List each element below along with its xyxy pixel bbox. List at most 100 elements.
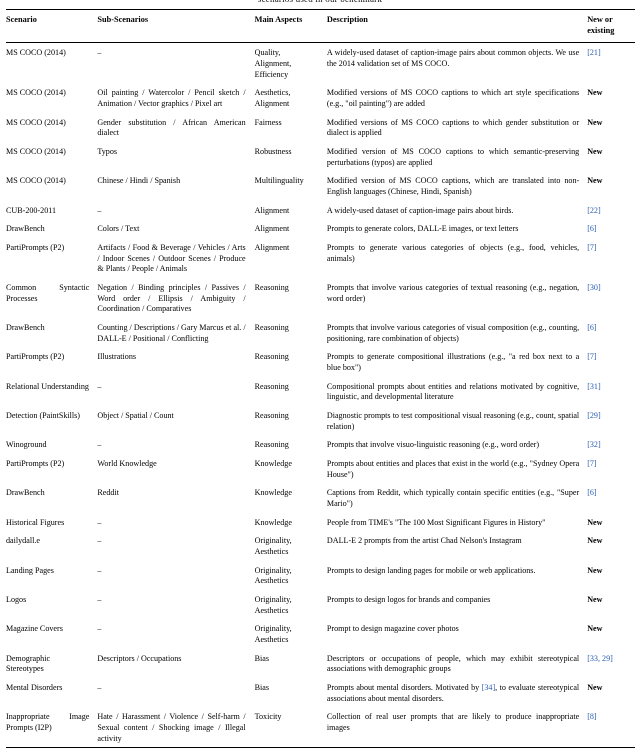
cell-description: Diagnostic prompts to test compositional… — [327, 406, 587, 435]
cell-scenario: Landing Pages — [6, 561, 97, 590]
new-badge: New — [587, 83, 635, 112]
table-row: Common Syntactic ProcessesNegation / Bin… — [6, 278, 635, 318]
cell-description: Captions from Reddit, which typically co… — [327, 483, 587, 512]
cell-main-aspects: Originality, Aesthetics — [255, 619, 327, 648]
citation-link[interactable]: [21] — [587, 43, 635, 83]
cell-scenario: PartiPrompts (P2) — [6, 347, 97, 376]
cell-scenario: MS COCO (2014) — [6, 83, 97, 112]
cell-scenario: MS COCO (2014) — [6, 113, 97, 142]
cell-main-aspects: Originality, Aesthetics — [255, 561, 327, 590]
cell-sub-scenarios: – — [97, 435, 254, 454]
cell-description: A widely-used dataset of caption-image p… — [327, 201, 587, 220]
table-row: Magazine Covers–Originality, AestheticsP… — [6, 619, 635, 648]
cell-main-aspects: Reasoning — [255, 278, 327, 318]
cell-main-aspects: Originality, Aesthetics — [255, 590, 327, 619]
citation-link[interactable]: [7] — [587, 454, 635, 483]
cell-main-aspects: Robustness — [255, 142, 327, 171]
citation-link[interactable]: [8] — [587, 707, 635, 748]
col-header-sub-scenarios: Sub-Scenarios — [97, 10, 254, 43]
cell-sub-scenarios: Object / Spatial / Count — [97, 406, 254, 435]
cell-scenario: MS COCO (2014) — [6, 171, 97, 200]
citation-link[interactable]: [22] — [587, 201, 635, 220]
cell-main-aspects: Bias — [255, 649, 327, 678]
cell-sub-scenarios: Negation / Binding principles / Passives… — [97, 278, 254, 318]
cell-main-aspects: Aesthetics, Alignment — [255, 83, 327, 112]
cell-sub-scenarios: Gender substitution / African American d… — [97, 113, 254, 142]
table-row: PartiPrompts (P2)World KnowledgeKnowledg… — [6, 454, 635, 483]
cell-main-aspects: Quality, Alignment, Efficiency — [255, 43, 327, 83]
cell-main-aspects: Reasoning — [255, 347, 327, 376]
citation-link[interactable]: [33, 29] — [587, 649, 635, 678]
caption-partial: scenarios used in our benchmark — [0, 0, 640, 9]
citation-link[interactable]: [6] — [587, 318, 635, 347]
cell-scenario: Winoground — [6, 435, 97, 454]
cell-main-aspects: Reasoning — [255, 435, 327, 454]
cell-main-aspects: Multilinguality — [255, 171, 327, 200]
cell-description: Modified versions of MS COCO captions to… — [327, 113, 587, 142]
cell-sub-scenarios: – — [97, 561, 254, 590]
inline-citation-link[interactable]: [34] — [482, 683, 495, 692]
cell-scenario: MS COCO (2014) — [6, 142, 97, 171]
table-row: DrawBenchColors / TextAlignmentPrompts t… — [6, 219, 635, 238]
cell-sub-scenarios: Descriptors / Occupations — [97, 649, 254, 678]
cell-scenario: Demographic Stereotypes — [6, 649, 97, 678]
table-row: Relational Understanding–ReasoningCompos… — [6, 377, 635, 406]
table-row: Historical Figures–KnowledgePeople from … — [6, 513, 635, 532]
table-row: Inappropriate Image Prompts (I2P)Hate / … — [6, 707, 635, 748]
new-badge: New — [587, 590, 635, 619]
cell-scenario: DrawBench — [6, 219, 97, 238]
cell-scenario: DrawBench — [6, 318, 97, 347]
citation-link[interactable]: [29] — [587, 406, 635, 435]
cell-sub-scenarios: Colors / Text — [97, 219, 254, 238]
col-header-main-aspects: Main Aspects — [255, 10, 327, 43]
citation-link[interactable]: [7] — [587, 347, 635, 376]
new-badge: New — [587, 113, 635, 142]
cell-scenario: Inappropriate Image Prompts (I2P) — [6, 707, 97, 748]
cell-main-aspects: Alignment — [255, 201, 327, 220]
citation-link[interactable]: [7] — [587, 238, 635, 278]
citation-link[interactable]: [30] — [587, 278, 635, 318]
table-row: MS COCO (2014)–Quality, Alignment, Effic… — [6, 43, 635, 83]
cell-main-aspects: Toxicity — [255, 707, 327, 748]
cell-description: Compositional prompts about entities and… — [327, 377, 587, 406]
table-row: Landing Pages–Originality, AestheticsPro… — [6, 561, 635, 590]
cell-scenario: Common Syntactic Processes — [6, 278, 97, 318]
cell-sub-scenarios: – — [97, 678, 254, 707]
citation-link[interactable]: [6] — [587, 483, 635, 512]
new-badge: New — [587, 142, 635, 171]
cell-description: Prompts to generate compositional illust… — [327, 347, 587, 376]
cell-main-aspects: Alignment — [255, 219, 327, 238]
cell-scenario: MS COCO (2014) — [6, 43, 97, 83]
cell-sub-scenarios: – — [97, 43, 254, 83]
table-row: DrawBenchRedditKnowledgeCaptions from Re… — [6, 483, 635, 512]
table-row: MS COCO (2014)TyposRobustnessModified ve… — [6, 142, 635, 171]
citation-link[interactable]: [31] — [587, 377, 635, 406]
cell-scenario: dailydall.e — [6, 531, 97, 560]
table-row: dailydall.e–Originality, AestheticsDALL-… — [6, 531, 635, 560]
cell-main-aspects: Reasoning — [255, 318, 327, 347]
cell-description: Prompts that involve various categories … — [327, 278, 587, 318]
cell-scenario: PartiPrompts (P2) — [6, 454, 97, 483]
cell-scenario: CUB-200-2011 — [6, 201, 97, 220]
new-badge: New — [587, 678, 635, 707]
new-badge: New — [587, 531, 635, 560]
cell-main-aspects: Reasoning — [255, 377, 327, 406]
table-row: CUB-200-2011–AlignmentA widely-used data… — [6, 201, 635, 220]
table-row: MS COCO (2014)Oil painting / Watercolor … — [6, 83, 635, 112]
cell-scenario: Historical Figures — [6, 513, 97, 532]
table-row: Demographic StereotypesDescriptors / Occ… — [6, 649, 635, 678]
new-badge: New — [587, 513, 635, 532]
cell-description: Descriptors or occupations of people, wh… — [327, 649, 587, 678]
cell-sub-scenarios: Chinese / Hindi / Spanish — [97, 171, 254, 200]
cell-sub-scenarios: – — [97, 201, 254, 220]
citation-link[interactable]: [32] — [587, 435, 635, 454]
cell-description: Modified version of MS COCO captions, wh… — [327, 171, 587, 200]
cell-description: Prompts to generate various categories o… — [327, 238, 587, 278]
cell-description: Prompts to generate colors, DALL-E image… — [327, 219, 587, 238]
table-row: PartiPrompts (P2)IllustrationsReasoningP… — [6, 347, 635, 376]
new-badge: New — [587, 619, 635, 648]
citation-link[interactable]: [6] — [587, 219, 635, 238]
col-header-description: Description — [327, 10, 587, 43]
cell-sub-scenarios: Reddit — [97, 483, 254, 512]
cell-sub-scenarios: Counting / Descriptions / Gary Marcus et… — [97, 318, 254, 347]
